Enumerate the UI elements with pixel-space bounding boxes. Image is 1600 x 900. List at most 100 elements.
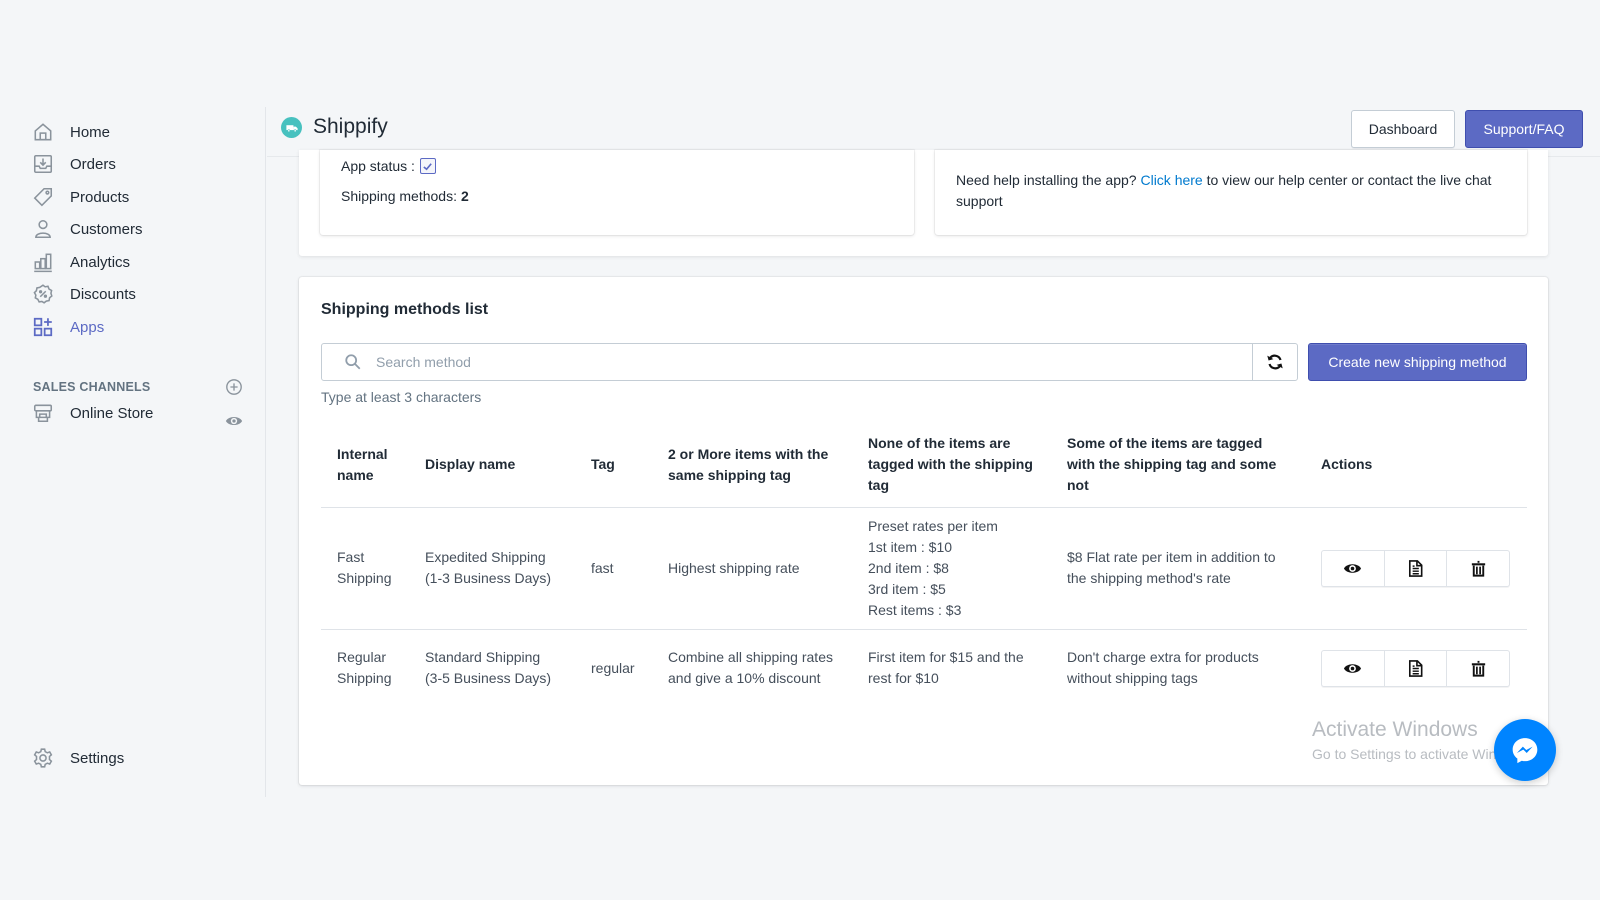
some-tagged-cell: Don't charge extra for products without … — [1067, 649, 1259, 687]
app-status-label: App status : — [341, 158, 415, 174]
column-header: None of the items are tagged with the sh… — [852, 423, 1051, 508]
rate-line: 1st item : $10 — [868, 538, 953, 555]
shipping-methods-label: Shipping methods: — [341, 188, 457, 204]
tag-cell: fast — [575, 507, 652, 630]
checkmark-icon — [423, 162, 433, 170]
messenger-icon — [1512, 738, 1538, 764]
trash-icon — [1471, 560, 1485, 577]
delete-button[interactable] — [1447, 551, 1509, 586]
table-row: Regular Shipping Standard Shipping (3-5 … — [321, 629, 1527, 707]
support-faq-button[interactable]: Support/FAQ — [1465, 110, 1583, 148]
rate-line: 3rd item : $5 — [868, 580, 946, 597]
sidebar-item-label: Products — [70, 188, 130, 206]
app-logo-truck-icon — [281, 117, 302, 138]
column-header: 2 or More items with the same shipping t… — [652, 423, 852, 508]
sidebar-item-products[interactable]: Products — [32, 183, 129, 211]
rate-line: 2nd item : $8 — [868, 559, 949, 576]
two-or-more-cell: Highest shipping rate — [652, 507, 852, 630]
rate-line: Preset rates per item — [868, 517, 998, 534]
orders-icon — [32, 153, 54, 175]
column-header: Actions — [1305, 423, 1527, 508]
bar-chart-icon — [32, 251, 54, 273]
column-header: Some of the items are tagged with the sh… — [1051, 423, 1305, 508]
column-header: Internal name — [321, 423, 409, 508]
app-status-card: App status : Shipping methods: 2 — [320, 150, 914, 235]
sidebar-item-online-store[interactable]: Online Store — [32, 399, 153, 427]
table-header-row: Internal name Display name Tag 2 or More… — [321, 423, 1527, 508]
overview-card: App status : Shipping methods: 2 Need he… — [299, 150, 1548, 256]
column-header: Tag — [575, 423, 652, 508]
apps-icon — [32, 316, 54, 338]
sidebar-item-discounts[interactable]: Discounts — [32, 280, 136, 308]
shipping-methods-count: 2 — [460, 188, 469, 204]
view-store-eye-icon[interactable] — [225, 412, 243, 430]
app-title: Shippify — [313, 115, 388, 138]
sidebar-item-label: Home — [70, 123, 111, 141]
sidebar-item-label: Online Store — [70, 404, 154, 422]
sidebar-item-label: Settings — [70, 749, 125, 767]
rate-line: First item for $15 and the rest for $10 — [868, 649, 1024, 687]
help-card: Need help installing the app? Click here… — [935, 150, 1527, 235]
tag-icon — [32, 186, 54, 208]
table-row: Fast Shipping Expedited Shipping (1-3 Bu… — [321, 507, 1527, 630]
display-name-cell: Expedited Shipping (1-3 Business Days) — [409, 507, 575, 630]
help-center-link[interactable]: Click here — [1140, 172, 1202, 188]
sidebar-item-label: Customers — [70, 220, 143, 238]
sidebar-item-settings[interactable]: Settings — [32, 744, 124, 772]
person-icon — [32, 218, 54, 240]
dashboard-button[interactable]: Dashboard — [1351, 110, 1455, 148]
home-icon — [32, 121, 54, 143]
messenger-chat-button[interactable] — [1494, 719, 1556, 781]
sidebar: Home Orders Products Customers Analytics… — [0, 107, 266, 797]
document-icon — [1408, 659, 1423, 677]
app-status-checkbox[interactable] — [419, 158, 436, 174]
view-button[interactable] — [1322, 650, 1385, 686]
trash-icon — [1471, 660, 1485, 677]
search-icon — [345, 354, 361, 370]
eye-icon — [1344, 563, 1362, 573]
shipping-methods-table: Internal name Display name Tag 2 or More… — [321, 423, 1527, 707]
two-or-more-cell: Combine all shipping rates and give a 10… — [668, 649, 833, 687]
none-tagged-cell: Preset rates per item 1st item : $10 2nd… — [852, 507, 1051, 630]
shipping-methods-card: Shipping methods list Create new shippin… — [299, 277, 1548, 785]
action-button-group — [1321, 649, 1510, 687]
actions-cell — [1305, 507, 1527, 630]
delete-button[interactable] — [1447, 651, 1509, 686]
sidebar-item-customers[interactable]: Customers — [32, 215, 143, 243]
internal-name-cell: Regular Shipping — [337, 649, 392, 687]
sidebar-item-orders[interactable]: Orders — [32, 150, 116, 178]
tag-cell: regular — [591, 659, 635, 676]
help-text-before: Need help installing the app? — [956, 172, 1141, 188]
search-field[interactable] — [321, 343, 1253, 381]
some-tagged-cell: $8 Flat rate per item in addition to the… — [1051, 507, 1305, 630]
create-shipping-method-button[interactable]: Create new shipping method — [1308, 343, 1527, 381]
sidebar-item-analytics[interactable]: Analytics — [32, 248, 130, 276]
edit-button[interactable] — [1385, 550, 1448, 586]
store-icon — [32, 402, 54, 424]
search-method-input[interactable] — [376, 354, 1252, 370]
rate-line: Rest items : $3 — [868, 601, 962, 618]
sales-channels-heading: SALES CHANNELS — [33, 380, 151, 394]
discount-icon — [32, 283, 54, 305]
app-status-row: App status : — [341, 158, 436, 174]
sidebar-item-home[interactable]: Home — [32, 118, 110, 146]
shipping-methods-title: Shipping methods list — [321, 301, 489, 318]
add-sales-channel-icon[interactable] — [225, 378, 243, 396]
display-name-cell: Standard Shipping (3-5 Business Days) — [425, 649, 552, 687]
sidebar-item-label: Discounts — [70, 285, 136, 303]
view-button[interactable] — [1322, 550, 1385, 586]
none-tagged-cell: First item for $15 and the rest for $10 — [852, 629, 1051, 707]
sidebar-item-apps[interactable]: Apps — [32, 313, 104, 341]
sidebar-item-label: Analytics — [70, 253, 131, 271]
eye-icon — [1344, 663, 1362, 673]
gear-icon — [32, 747, 54, 769]
document-icon — [1408, 559, 1423, 577]
actions-cell — [1305, 629, 1527, 707]
refresh-button[interactable] — [1252, 343, 1298, 381]
action-button-group — [1321, 549, 1510, 587]
search-hint: Type at least 3 characters — [321, 389, 482, 405]
edit-button[interactable] — [1385, 650, 1448, 686]
shipping-methods-count-row: Shipping methods: 2 — [341, 188, 469, 204]
sidebar-item-label: Orders — [70, 155, 116, 173]
help-text: Need help installing the app? Click here… — [956, 170, 1506, 212]
